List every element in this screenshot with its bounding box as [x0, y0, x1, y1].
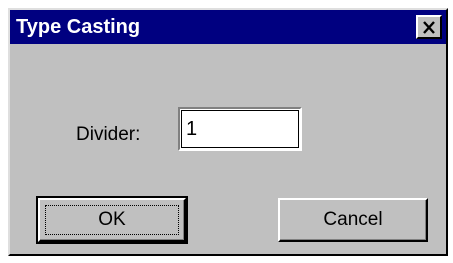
divider-label: Divider: [76, 124, 141, 145]
close-button[interactable] [416, 15, 442, 39]
divider-input[interactable] [178, 107, 302, 151]
cancel-button-label: Cancel [323, 209, 383, 230]
type-casting-dialog: Type Casting Divider: OK Cancel [8, 8, 448, 256]
dialog-title: Type Casting [16, 16, 141, 38]
cancel-button[interactable]: Cancel [278, 198, 428, 242]
ok-button[interactable]: OK [36, 196, 188, 244]
dialog-body: Divider: OK Cancel [10, 44, 446, 254]
close-icon [423, 20, 435, 34]
focus-ring [45, 205, 179, 235]
title-bar[interactable]: Type Casting [10, 10, 446, 44]
